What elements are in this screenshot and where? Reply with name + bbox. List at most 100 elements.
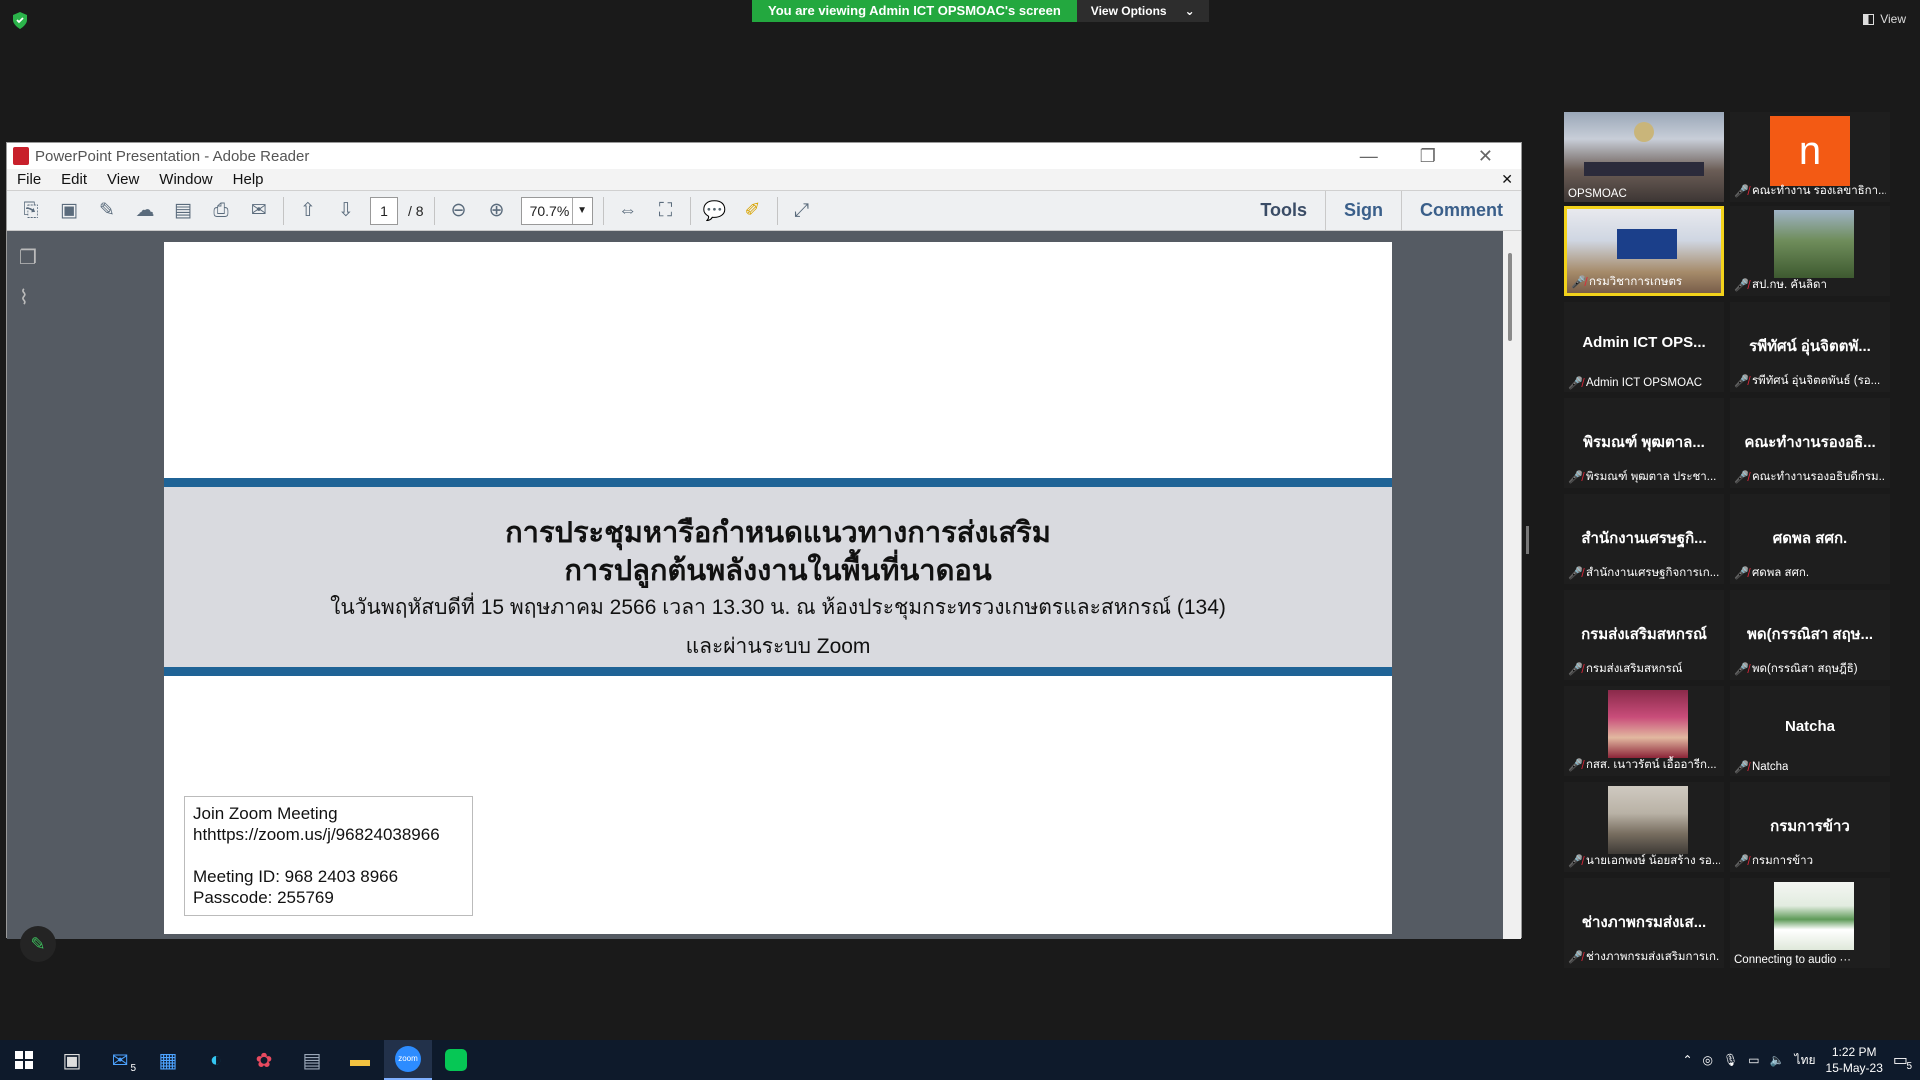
- file-explorer-icon[interactable]: ▬: [336, 1040, 384, 1080]
- slide-subtitle-2: และผ่านระบบ Zoom: [685, 635, 871, 658]
- view-button[interactable]: View: [1863, 12, 1906, 26]
- participant-tile[interactable]: ศดพล สศก. 🎤̸ ศดพล สศก.: [1730, 494, 1890, 584]
- muted-mic-icon: 🎤̸: [1568, 470, 1583, 484]
- participant-tile[interactable]: คณะทำงานรองอธิ... 🎤̸ คณะทำงานรองอธิบดีกรม…: [1730, 398, 1890, 488]
- print-icon[interactable]: ⎙: [207, 197, 235, 225]
- camera-icon[interactable]: ◎: [1703, 1053, 1713, 1067]
- title-band: การประชุมหารือกำหนดแนวทางการส่งเสริม การ…: [164, 478, 1392, 676]
- participant-tile[interactable]: n 🎤̸ คณะทำงาน รองเลขาธิกา...: [1730, 112, 1890, 202]
- zoom-app-icon[interactable]: zoom: [384, 1040, 432, 1080]
- highlight-icon[interactable]: ✐: [739, 197, 767, 225]
- chevron-up-icon[interactable]: ⌃: [1682, 1053, 1692, 1067]
- muted-mic-icon: 🎤̸: [1734, 278, 1749, 292]
- participant-tile[interactable]: สำนักงานเศรษฐกิ... 🎤̸ สำนักงานเศรษฐกิจการ…: [1564, 494, 1724, 584]
- participant-tile[interactable]: 🎤̸ นายเอกพงษ์ น้อยสร้าง รอ...: [1564, 782, 1724, 872]
- clock-time: 1:22 PM: [1831, 1045, 1877, 1059]
- page-thumbnails-icon[interactable]: ❐: [19, 245, 43, 271]
- microphone-icon[interactable]: 🎙: [1723, 1053, 1738, 1067]
- security-shield-icon[interactable]: [12, 12, 28, 30]
- participant-tile[interactable]: พิรมณฑ์ พุฒตาล... 🎤̸ พิรมณฑ์ พุฒตาล ประชา…: [1564, 398, 1724, 488]
- participant-tile[interactable]: Connecting to audio ···: [1730, 878, 1890, 968]
- mail-icon[interactable]: ✉ 5: [96, 1040, 144, 1080]
- sign-button[interactable]: Sign: [1324, 191, 1401, 230]
- restore-icon[interactable]: ❐: [1420, 146, 1436, 167]
- fit-width-icon[interactable]: ⇔: [614, 197, 642, 225]
- menu-view[interactable]: View: [97, 171, 149, 188]
- chevron-down-icon: ⌄: [1184, 4, 1195, 18]
- participant-display-name: รพีทัศน์ อุ่นจิตตพั...: [1749, 338, 1871, 355]
- participant-tile[interactable]: 🎤̸ สป.กษ. คันลิดา: [1730, 206, 1890, 296]
- menu-file[interactable]: File: [7, 171, 51, 188]
- navigation-panel: ❐ ⌇: [7, 231, 55, 939]
- input-language[interactable]: ไทย: [1795, 1051, 1816, 1070]
- participant-tile[interactable]: พด(กรรณิสา สฤษ... 🎤̸ พด(กรรณิสา สฤษฎีธิ): [1730, 590, 1890, 680]
- muted-mic-icon: 🎤̸: [1734, 184, 1749, 198]
- email-icon[interactable]: ✉: [245, 197, 273, 225]
- minimize-icon[interactable]: —: [1360, 146, 1378, 167]
- volume-icon[interactable]: 🔈: [1770, 1053, 1785, 1067]
- participant-tile[interactable]: ช่างภาพกรมส่งเส... 🎤̸ ช่างภาพกรมส่งเสริมก…: [1564, 878, 1724, 968]
- close-icon[interactable]: ✕: [1478, 146, 1493, 167]
- previous-page-icon[interactable]: ⇧: [294, 197, 322, 225]
- create-pdf-icon[interactable]: ⎘: [17, 197, 45, 225]
- full-screen-icon[interactable]: ⤢: [788, 197, 816, 225]
- line-app-icon[interactable]: [432, 1040, 480, 1080]
- toolbar-separator: [283, 196, 284, 225]
- participant-name-label: ศดพล สศก.: [1751, 567, 1810, 579]
- notifications-icon[interactable]: ▭ 5: [1893, 1050, 1912, 1072]
- menu-help[interactable]: Help: [223, 171, 274, 188]
- avatar: n: [1770, 116, 1850, 186]
- vertical-scrollbar[interactable]: [1503, 231, 1521, 939]
- zoom-out-icon[interactable]: ⊖: [445, 197, 473, 225]
- participant-name-label: กสส. เนาวรัตน์ เอื้ออารีก...: [1585, 759, 1717, 771]
- participant-tile[interactable]: กรมการข้าว 🎤̸ กรมการข้าว: [1730, 782, 1890, 872]
- next-page-icon[interactable]: ⇩: [332, 197, 360, 225]
- toolbar-separator: [602, 196, 604, 225]
- participant-tile[interactable]: รพีทัศน์ อุ่นจิตตพั... 🎤̸ รพีทัศน์ อุ่นจิ…: [1730, 302, 1890, 392]
- participant-tile[interactable]: Admin ICT OPS... 🎤̸ Admin ICT OPSMOAC: [1564, 302, 1724, 392]
- task-view-icon[interactable]: ▣: [48, 1040, 96, 1080]
- comment-icon[interactable]: 💬: [701, 197, 729, 225]
- participant-name-label: ช่างภาพกรมส่งเสริมการเก...: [1585, 951, 1720, 963]
- calendar-icon[interactable]: ▦: [144, 1040, 192, 1080]
- fit-page-icon[interactable]: ⛶: [652, 197, 680, 225]
- participant-name-label: พิรมณฑ์ พุฒตาล ประชา...: [1585, 471, 1717, 483]
- close-document-icon[interactable]: ✕: [1501, 171, 1521, 188]
- participant-tile[interactable]: กรมส่งเสริมสหกรณ์ 🎤̸ กรมส่งเสริมสหกรณ์: [1564, 590, 1724, 680]
- notification-count: 5: [1906, 1061, 1912, 1072]
- zoom-level-select[interactable]: 70.7% ▼: [520, 196, 593, 225]
- menu-edit[interactable]: Edit: [51, 171, 97, 188]
- participant-display-name: สำนักงานเศรษฐกิ...: [1581, 530, 1707, 547]
- annotate-pen-icon[interactable]: ✎: [20, 926, 56, 962]
- participant-tile[interactable]: Natcha 🎤̸ Natcha: [1730, 686, 1890, 776]
- participant-tile[interactable]: OPSMOAC: [1564, 112, 1724, 202]
- calculator-icon[interactable]: ▤: [288, 1040, 336, 1080]
- paint-icon[interactable]: ✿: [240, 1040, 288, 1080]
- network-icon[interactable]: ▭: [1748, 1053, 1759, 1067]
- clock[interactable]: 1:22 PM 15-May-23: [1826, 1044, 1883, 1076]
- edge-browser-icon[interactable]: ◐: [192, 1040, 240, 1080]
- scrollbar-thumb[interactable]: [1508, 253, 1512, 341]
- attachments-icon[interactable]: ⌇: [19, 285, 43, 311]
- muted-mic-icon: 🎤̸: [1734, 662, 1749, 676]
- upload-cloud-icon[interactable]: ☁: [131, 197, 159, 225]
- edit-pdf-icon[interactable]: ✎: [93, 197, 121, 225]
- export-pdf-icon[interactable]: ▣: [55, 197, 83, 225]
- participant-tile-active-speaker[interactable]: 🎤̸ กรมวิชาการเกษตร: [1564, 206, 1724, 296]
- window-titlebar: PowerPoint Presentation - Adobe Reader —…: [7, 143, 1521, 169]
- comment-button[interactable]: Comment: [1400, 191, 1521, 230]
- page-number-input[interactable]: 1: [370, 196, 398, 225]
- save-icon[interactable]: ▤: [169, 197, 197, 225]
- windows-taskbar: ▣ ✉ 5 ▦ ◐ ✿ ▤ ▬ zoom ⌃ ◎ 🎙 ▭ 🔈 ไทย 1:22 P…: [0, 1040, 1920, 1080]
- tools-button[interactable]: Tools: [1242, 191, 1325, 230]
- zoom-in-icon[interactable]: ⊕: [483, 197, 511, 225]
- participant-tile[interactable]: 🎤̸ กสส. เนาวรัตน์ เอื้ออารีก...: [1564, 686, 1724, 776]
- participant-display-name: ศดพล สศก.: [1772, 530, 1848, 547]
- participant-video: [1774, 210, 1854, 278]
- viewing-screen-label: You are viewing Admin ICT OPSMOAC's scre…: [752, 0, 1077, 22]
- panel-resize-handle[interactable]: [1526, 526, 1529, 554]
- view-options-button[interactable]: View Options ⌄: [1076, 0, 1209, 22]
- start-button[interactable]: [0, 1040, 48, 1080]
- menu-window[interactable]: Window: [149, 171, 222, 188]
- participant-display-name: พด(กรรณิสา สฤษ...: [1746, 626, 1874, 643]
